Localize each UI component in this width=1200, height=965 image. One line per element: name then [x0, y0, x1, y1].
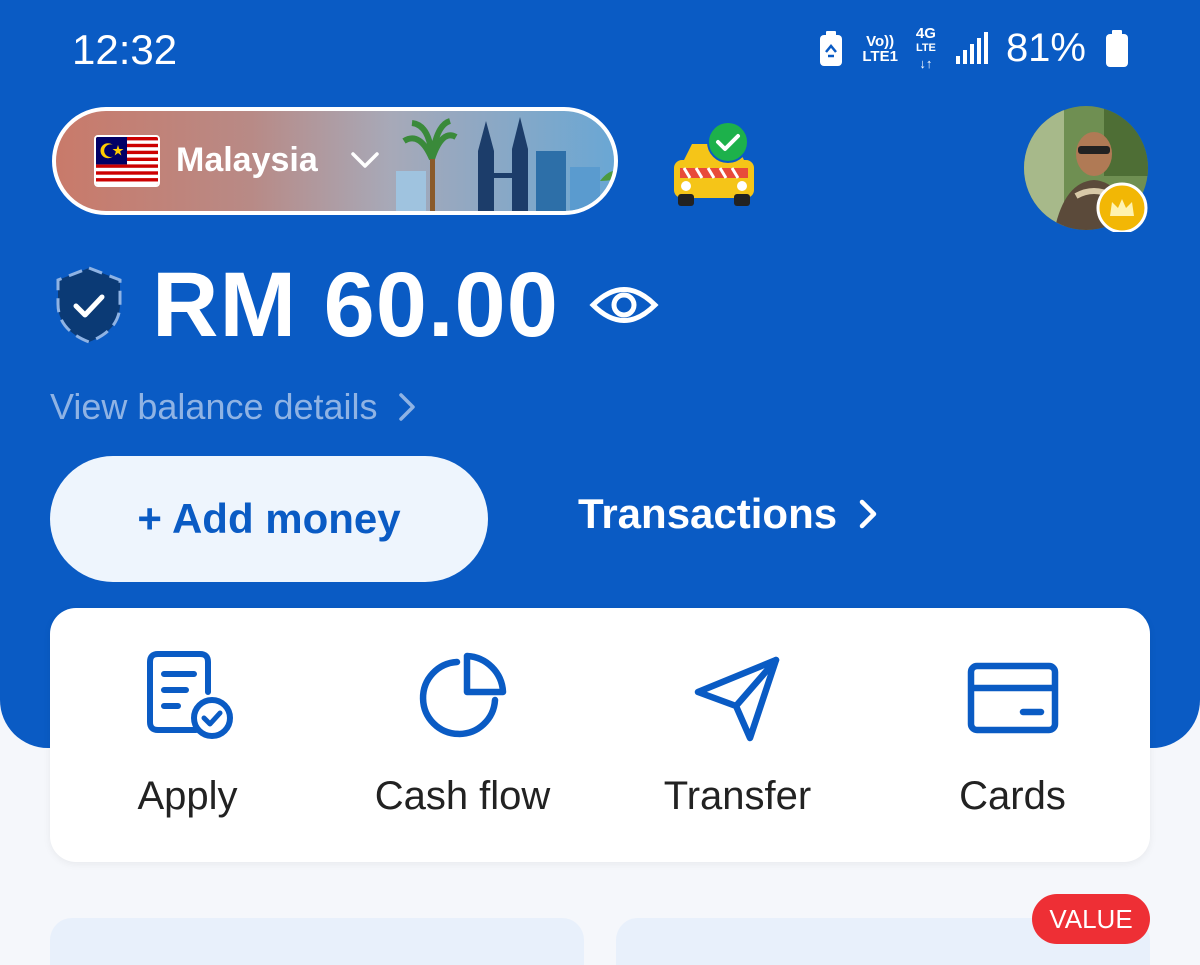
add-money-button[interactable]: + Add money: [50, 456, 488, 582]
country-name: Malaysia: [176, 141, 318, 179]
value-badge: VALUE: [1032, 894, 1150, 944]
volte-indicator: Vo)) LTE1: [862, 32, 898, 65]
chevron-down-icon: [351, 152, 379, 168]
chevron-right-icon: [859, 499, 877, 529]
status-time: 12:32: [72, 26, 178, 73]
quick-action-apply[interactable]: Apply: [50, 608, 325, 862]
status-bar: 12:32 Vo)) LTE1 4G LTE ↓↑ 81%: [0, 0, 1200, 100]
apply-document-icon: [146, 651, 233, 739]
pie-chart-icon: [419, 652, 506, 738]
battery-saver-icon: [820, 30, 843, 66]
quick-action-cash-flow[interactable]: Cash flow: [325, 608, 600, 862]
transactions-label: Transactions: [578, 490, 838, 537]
country-selector[interactable]: Malaysia: [52, 107, 618, 215]
signal-strength-icon: [955, 31, 988, 64]
quick-action-transfer[interactable]: Transfer: [600, 608, 875, 862]
battery-icon: [1106, 29, 1128, 67]
profile-avatar[interactable]: [1024, 106, 1150, 232]
quick-action-cards[interactable]: Cards: [875, 608, 1150, 862]
quick-actions-panel: Apply Cash flow Transfer Cards: [50, 608, 1150, 862]
view-balance-details-label: View balance details: [50, 386, 378, 427]
chevron-right-icon: [398, 393, 415, 421]
promo-card-left[interactable]: [50, 918, 584, 965]
eye-icon[interactable]: [589, 280, 659, 330]
malaysia-flag-icon: [94, 135, 160, 187]
balance-amount: RM 60.00: [152, 253, 559, 356]
balance-row: RM 60.00: [52, 250, 659, 360]
verified-car-icon[interactable]: [664, 120, 764, 212]
status-icons: Vo)) LTE1 4G LTE ↓↑ 81%: [818, 26, 1130, 71]
quick-action-label: Cash flow: [374, 774, 551, 818]
battery-percent: 81%: [1005, 26, 1086, 70]
paper-plane-icon: [694, 656, 779, 742]
quick-action-label: Cards: [959, 774, 1066, 818]
kl-skyline-illustration: [396, 117, 614, 211]
credit-card-icon: [967, 662, 1058, 734]
shield-check-icon: [56, 266, 122, 344]
transactions-link[interactable]: Transactions: [578, 490, 879, 538]
view-balance-details-link[interactable]: View balance details: [50, 386, 418, 428]
quick-action-label: Apply: [137, 774, 238, 818]
quick-action-label: Transfer: [663, 774, 812, 818]
network-type-indicator: 4G LTE ↓↑: [915, 25, 936, 71]
